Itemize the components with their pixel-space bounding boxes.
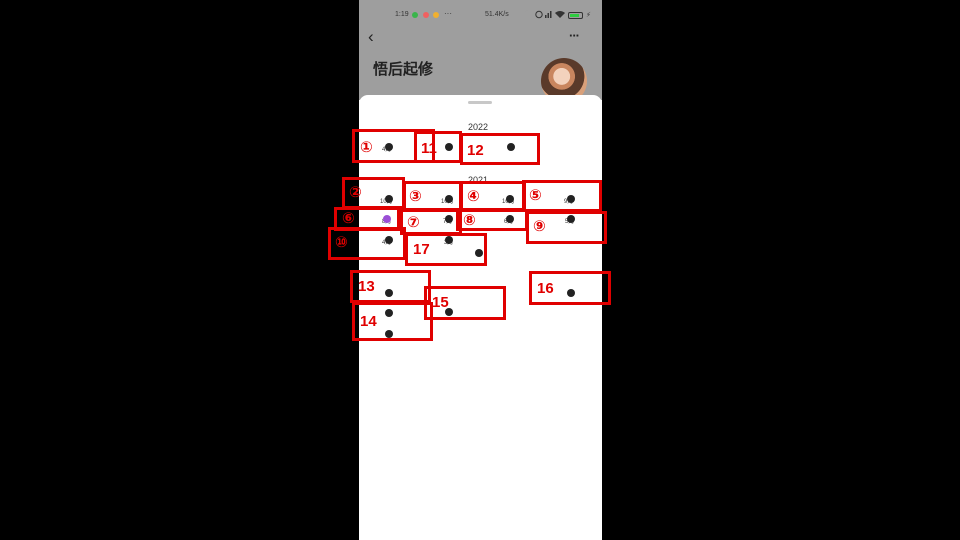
annotation-label: 14: [360, 313, 377, 330]
network-speed: 51.4K/s: [485, 11, 509, 18]
annotation-label: 12: [467, 142, 484, 159]
more-options-button[interactable]: ···: [569, 28, 580, 43]
annotation-label: 13: [358, 278, 375, 295]
annotation-label: 11: [421, 140, 437, 157]
notification-icon: [423, 12, 429, 18]
back-arrow-icon[interactable]: ‹: [368, 28, 382, 46]
annotation-label: ③: [409, 188, 422, 205]
charging-icon: ⚡: [586, 12, 591, 19]
battery-icon: [568, 12, 583, 19]
notification-icon: [433, 12, 439, 18]
annotation-label: ⑦: [407, 214, 420, 231]
status-bar: 1:19 ··· 51.4K/s ⚡: [359, 8, 602, 24]
annotation-label: 15: [432, 294, 449, 311]
drag-handle[interactable]: [468, 101, 492, 104]
annotation-label: ⑧: [463, 212, 476, 229]
annotation-label: ⑩: [335, 234, 348, 251]
annotation-label: ①: [360, 139, 373, 156]
annotation-label: ⑤: [529, 187, 542, 204]
annotation-label: ⑥: [342, 210, 355, 227]
annotation-label: ②: [349, 184, 362, 201]
signal-wifi-icon: [524, 9, 565, 19]
annotation-label: 16: [537, 280, 554, 297]
status-more: ···: [444, 9, 452, 18]
annotation-label: 17: [413, 241, 430, 258]
profile-header-area: 1:19 ··· 51.4K/s ⚡ ‹ ··· 悟后起修: [359, 0, 602, 104]
page-title: 悟后起修: [373, 61, 434, 78]
status-time: 1:19: [395, 11, 409, 18]
annotation-label: ⑨: [533, 218, 546, 235]
year-label: 2022: [468, 122, 489, 132]
annotation-label: ④: [467, 188, 480, 205]
notification-icon: [412, 12, 418, 18]
